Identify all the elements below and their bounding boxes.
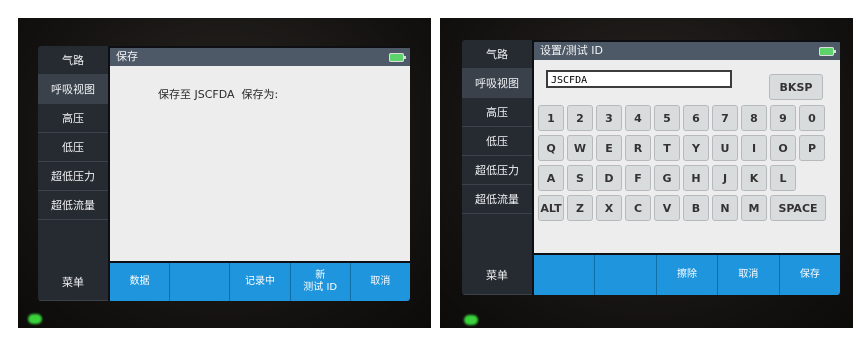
softkey-data[interactable]: 数据 [110,263,171,301]
sidebar-item-low-pressure[interactable]: 低压 [462,127,532,156]
battery-icon [819,47,836,56]
key-1[interactable]: 1 [538,105,564,131]
key-w[interactable]: W [567,135,593,161]
key-t[interactable]: T [654,135,680,161]
right-device-photo: 气路 呼吸视图 高压 低压 超低压力 超低流量 菜单 设置/测试 ID JSCF… [440,18,853,328]
key-0[interactable]: 0 [799,105,825,131]
screen-title: 保存 [116,50,138,63]
key-7[interactable]: 7 [712,105,738,131]
key-5[interactable]: 5 [654,105,680,131]
softkey-bar: 擦除 取消 保存 [534,255,840,295]
save-message: 保存至 JSCFDA 保存为: [158,88,279,101]
sidebar-item-menu[interactable]: 菜单 [38,263,108,301]
softkey-blank[interactable] [170,263,231,301]
key-r[interactable]: R [625,135,651,161]
key-space[interactable]: SPACE [770,195,826,221]
key-h[interactable]: H [683,165,709,191]
key-2[interactable]: 2 [567,105,593,131]
sidebar-item-ultra-low-pressure[interactable]: 超低压力 [462,156,532,185]
key-q[interactable]: Q [538,135,564,161]
sidebar-item-ultra-low-pressure[interactable]: 超低压力 [38,162,108,191]
key-l[interactable]: L [770,165,796,191]
key-f[interactable]: F [625,165,651,191]
key-b[interactable]: B [683,195,709,221]
key-g[interactable]: G [654,165,680,191]
key-k[interactable]: K [741,165,767,191]
softkey-blank-1[interactable] [534,255,596,295]
key-y[interactable]: Y [683,135,709,161]
sidebar-item-breath-view[interactable]: 呼吸视图 [462,69,532,98]
key-9[interactable]: 9 [770,105,796,131]
key-s[interactable]: S [567,165,593,191]
battery-icon [389,53,406,62]
softkey-save[interactable]: 保存 [780,255,840,295]
key-x[interactable]: X [596,195,622,221]
key-u[interactable]: U [712,135,738,161]
key-i[interactable]: I [741,135,767,161]
key-a[interactable]: A [538,165,564,191]
key-p[interactable]: P [799,135,825,161]
sidebar-item-ultra-low-flow[interactable]: 超低流量 [38,191,108,220]
softkey-cancel[interactable]: 取消 [718,255,780,295]
sidebar-item-breath-view[interactable]: 呼吸视图 [38,75,108,104]
key-v[interactable]: V [654,195,680,221]
sidebar-item-menu[interactable]: 菜单 [462,255,532,295]
sidebar-menu: 气路 呼吸视图 高压 低压 超低压力 超低流量 菜单 [462,40,532,295]
key-3[interactable]: 3 [596,105,622,131]
key-d[interactable]: D [596,165,622,191]
key-6[interactable]: 6 [683,105,709,131]
key-n[interactable]: N [712,195,738,221]
key-o[interactable]: O [770,135,796,161]
key-bksp[interactable]: BKSP [769,74,823,100]
softkey-blank-2[interactable] [595,255,657,295]
left-device-photo: 气路 呼吸视图 高压 低压 超低压力 超低流量 菜单 保存 保存至 JSCFDA… [18,18,431,328]
key-e[interactable]: E [596,135,622,161]
title-bar: 设置/测试 ID [534,42,840,60]
softkey-new-test-id[interactable]: 新 测试 ID [291,263,351,301]
sidebar-item-gas-path[interactable]: 气路 [462,40,532,69]
right-screen: 气路 呼吸视图 高压 低压 超低压力 超低流量 菜单 设置/测试 ID JSCF… [462,40,840,295]
power-led [28,314,42,324]
softkey-erase[interactable]: 擦除 [657,255,719,295]
key-c[interactable]: C [625,195,651,221]
left-screen: 气路 呼吸视图 高压 低压 超低压力 超低流量 菜单 保存 保存至 JSCFDA… [38,46,410,301]
keyboard-area: JSCFDA BKSP 1 2 3 4 5 6 7 8 9 0 Q W E R … [534,60,840,253]
sidebar-item-low-pressure[interactable]: 低压 [38,133,108,162]
sidebar-item-high-pressure[interactable]: 高压 [462,98,532,127]
sidebar-item-ultra-low-flow[interactable]: 超低流量 [462,185,532,214]
save-content-area: 保存至 JSCFDA 保存为: [110,66,410,261]
softkey-bar: 数据 记录中 新 测试 ID 取消 [110,263,410,301]
key-8[interactable]: 8 [741,105,767,131]
key-z[interactable]: Z [567,195,593,221]
key-4[interactable]: 4 [625,105,651,131]
softkey-cancel[interactable]: 取消 [351,263,410,301]
sidebar-item-gas-path[interactable]: 气路 [38,46,108,75]
power-led [464,315,478,325]
key-j[interactable]: J [712,165,738,191]
key-m[interactable]: M [741,195,767,221]
sidebar-item-high-pressure[interactable]: 高压 [38,104,108,133]
test-id-input[interactable]: JSCFDA [546,70,732,88]
screen-title: 设置/测试 ID [540,44,603,57]
key-alt[interactable]: ALT [538,195,564,221]
sidebar-menu: 气路 呼吸视图 高压 低压 超低压力 超低流量 菜单 [38,46,108,301]
title-bar: 保存 [110,48,410,66]
softkey-recording[interactable]: 记录中 [230,263,291,301]
